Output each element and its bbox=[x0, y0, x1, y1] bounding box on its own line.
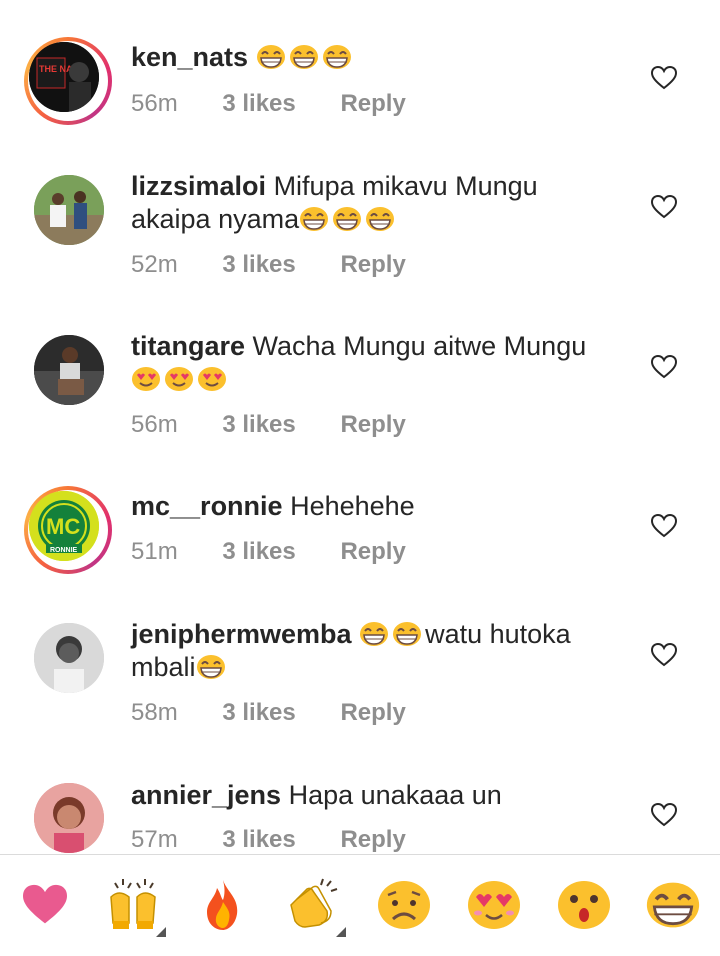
grinning-emoji-icon bbox=[288, 44, 319, 70]
reply-button[interactable]: Reply bbox=[340, 538, 405, 565]
variant-indicator-icon bbox=[336, 927, 346, 937]
timestamp: 51m bbox=[131, 538, 178, 565]
comment-meta: 52m 3 likes Reply bbox=[131, 251, 406, 279]
timestamp: 52m bbox=[131, 251, 178, 278]
variant-indicator-icon bbox=[156, 927, 166, 937]
comment-meta: 56m 3 likes Reply bbox=[131, 90, 406, 118]
grinning-emoji-icon bbox=[255, 44, 286, 70]
avatar[interactable] bbox=[34, 335, 104, 405]
avatar-image bbox=[34, 175, 104, 245]
username[interactable]: annier_jens bbox=[131, 780, 281, 810]
reply-button[interactable]: Reply bbox=[340, 826, 405, 853]
comment-body: Hehehehe bbox=[290, 491, 415, 521]
comment-meta: 58m 3 likes Reply bbox=[131, 699, 406, 727]
username[interactable]: lizzsimaloi bbox=[131, 171, 266, 201]
reply-button[interactable]: Reply bbox=[340, 251, 405, 278]
like-heart-icon[interactable] bbox=[651, 66, 677, 90]
like-heart-icon[interactable] bbox=[651, 643, 677, 667]
reply-button[interactable]: Reply bbox=[340, 90, 405, 117]
grinning-emoji-icon bbox=[321, 44, 352, 70]
avatar-image bbox=[34, 335, 104, 405]
timestamp: 56m bbox=[131, 411, 178, 438]
grinning-emoji-icon bbox=[299, 206, 330, 232]
grinning-emoji-icon bbox=[195, 654, 226, 680]
comment-text: titangare Wacha Mungu aitwe Mungu bbox=[131, 330, 611, 396]
grinning-face-icon bbox=[645, 880, 701, 930]
like-heart-icon[interactable] bbox=[651, 355, 677, 379]
reply-button[interactable]: Reply bbox=[340, 699, 405, 726]
like-heart-icon[interactable] bbox=[651, 195, 677, 219]
username[interactable]: mc__ronnie bbox=[131, 491, 283, 521]
heart-eyes-emoji-icon bbox=[164, 366, 194, 392]
likes-count[interactable]: 3 likes bbox=[222, 538, 295, 565]
sad-face-icon bbox=[378, 881, 430, 929]
comment-body: Wacha Mungu aitwe Mungu bbox=[252, 331, 587, 361]
surprised-face-icon bbox=[558, 881, 610, 929]
avatar[interactable] bbox=[34, 623, 104, 693]
avatar-logo-text: MC bbox=[46, 514, 80, 539]
comment-meta: 56m 3 likes Reply bbox=[131, 411, 406, 439]
quick-reaction-bar bbox=[0, 854, 720, 956]
comment-text: ken_nats bbox=[131, 41, 611, 74]
like-heart-icon[interactable] bbox=[651, 803, 677, 827]
reply-button[interactable]: Reply bbox=[340, 411, 405, 438]
like-heart-icon[interactable] bbox=[651, 514, 677, 538]
timestamp: 56m bbox=[131, 90, 178, 117]
username[interactable]: titangare bbox=[131, 331, 245, 361]
avatar[interactable]: THE NATS bbox=[24, 37, 112, 125]
sad-face-reaction-button[interactable] bbox=[374, 875, 434, 935]
comment-text: jeniphermwemba watu hutoka mbali bbox=[131, 618, 611, 684]
avatar[interactable] bbox=[34, 783, 104, 853]
avatar[interactable] bbox=[34, 175, 104, 245]
raising-hands-reaction-button[interactable] bbox=[104, 875, 166, 937]
timestamp: 57m bbox=[131, 826, 178, 853]
username[interactable]: ken_nats bbox=[131, 42, 248, 72]
clapping-hands-icon bbox=[290, 878, 338, 928]
heart-icon bbox=[23, 884, 67, 924]
heart-eyes-reaction-button[interactable] bbox=[464, 875, 524, 935]
avatar-image: THE NATS bbox=[29, 42, 99, 112]
grinning-face-reaction-button[interactable] bbox=[643, 875, 703, 935]
avatar-logo-subtext: RONNIE bbox=[50, 547, 78, 554]
grinning-emoji-icon bbox=[365, 206, 396, 232]
avatar[interactable]: MC RONNIE bbox=[24, 486, 112, 574]
likes-count[interactable]: 3 likes bbox=[222, 699, 295, 726]
avatar-image bbox=[34, 783, 104, 853]
grinning-emoji-icon bbox=[332, 206, 363, 232]
comment-meta: 57m 3 likes Reply bbox=[131, 826, 406, 854]
surprised-face-reaction-button[interactable] bbox=[554, 875, 614, 935]
avatar-image: MC RONNIE bbox=[29, 491, 99, 561]
comment-body: Hapa unakaaa un bbox=[288, 780, 502, 810]
likes-count[interactable]: 3 likes bbox=[222, 251, 295, 278]
likes-count[interactable]: 3 likes bbox=[222, 411, 295, 438]
raising-hands-icon bbox=[110, 879, 156, 929]
heart-eyes-emoji-icon bbox=[197, 366, 227, 392]
comment-text: lizzsimaloi Mifupa mikavu Mungu akaipa n… bbox=[131, 170, 611, 236]
fire-reaction-button[interactable] bbox=[193, 875, 253, 935]
comment-meta: 51m 3 likes Reply bbox=[131, 538, 406, 566]
likes-count[interactable]: 3 likes bbox=[222, 90, 295, 117]
comment-text: mc__ronnie Hehehehe bbox=[131, 490, 611, 523]
clapping-hands-reaction-button[interactable] bbox=[284, 875, 346, 937]
heart-eyes-emoji-icon bbox=[131, 366, 161, 392]
grinning-emoji-icon bbox=[392, 621, 423, 647]
username[interactable]: jeniphermwemba bbox=[131, 619, 352, 649]
heart-reaction-button[interactable] bbox=[15, 875, 75, 935]
heart-eyes-icon bbox=[468, 881, 520, 929]
grinning-emoji-icon bbox=[359, 621, 390, 647]
comment-text: annier_jens Hapa unakaaa un bbox=[131, 779, 611, 812]
timestamp: 58m bbox=[131, 699, 178, 726]
likes-count[interactable]: 3 likes bbox=[222, 826, 295, 853]
fire-icon bbox=[207, 880, 238, 930]
avatar-image bbox=[34, 623, 104, 693]
